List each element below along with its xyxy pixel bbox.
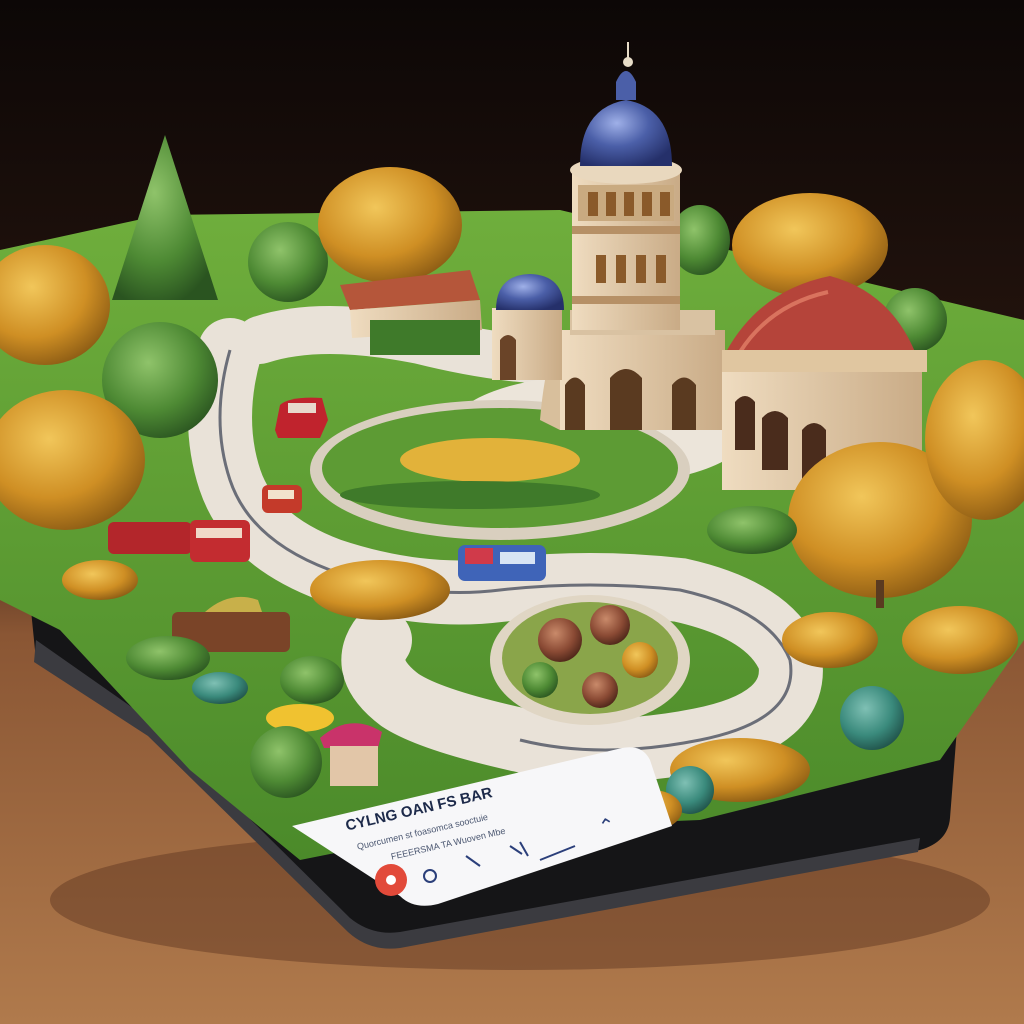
shrub-teal-right bbox=[840, 686, 904, 750]
tree-trunk bbox=[876, 580, 884, 608]
hedge-green-left bbox=[126, 636, 210, 680]
shrub-orange-right bbox=[782, 612, 878, 668]
shrub-teal-left bbox=[192, 672, 248, 704]
shrub-green bbox=[522, 662, 558, 698]
shrub-red-2 bbox=[590, 605, 630, 645]
small-dome-building bbox=[492, 274, 564, 380]
shrub-red-3 bbox=[582, 672, 618, 708]
red-car bbox=[275, 397, 328, 438]
hedge-back bbox=[370, 320, 480, 355]
diorama-scene bbox=[0, 0, 1024, 1024]
tree-yellow-back-1 bbox=[318, 167, 462, 283]
small-car bbox=[262, 485, 302, 513]
shrub-yellow-front-left bbox=[62, 560, 138, 600]
hedge-strip bbox=[340, 481, 600, 509]
shrub-green-front bbox=[280, 656, 344, 704]
shrub-orange bbox=[622, 642, 658, 678]
blue-car bbox=[458, 545, 546, 581]
tree-green-back bbox=[248, 222, 328, 302]
shrub-red-1 bbox=[538, 618, 582, 662]
tree-green-front bbox=[250, 726, 322, 798]
hedge-row-mid bbox=[310, 560, 450, 620]
shrub-green-right bbox=[707, 506, 797, 554]
flower-bed-yellow bbox=[400, 438, 580, 482]
shrub-orange-far-right bbox=[902, 606, 1018, 674]
